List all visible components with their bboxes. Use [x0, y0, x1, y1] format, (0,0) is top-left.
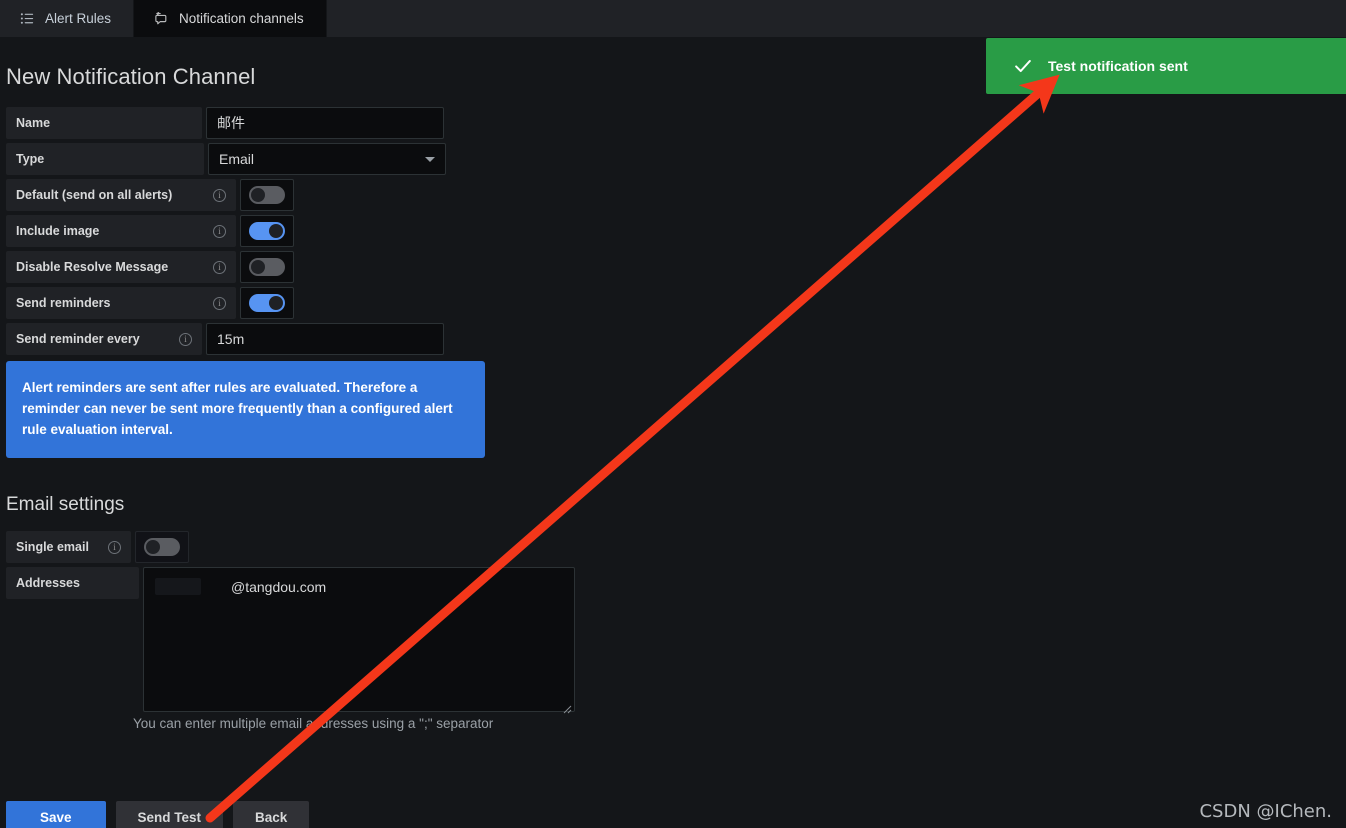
reminder-info-alert-text: Alert reminders are sent after rules are…	[22, 380, 453, 437]
type-select-value[interactable]	[208, 143, 446, 175]
default-alerts-toggle[interactable]	[240, 179, 294, 211]
save-button[interactable]: Save	[6, 801, 106, 828]
toggle-switch-off	[249, 186, 285, 204]
single-email-label-text: Single email	[16, 540, 89, 554]
form-row-reminder-every: Send reminder every i	[6, 323, 706, 355]
back-button[interactable]: Back	[233, 801, 310, 828]
addresses-label: Addresses	[6, 567, 139, 599]
success-toast[interactable]: Test notification sent	[986, 38, 1346, 94]
form-row-single-email: Single email i	[6, 531, 706, 563]
disable-resolve-label-text: Disable Resolve Message	[16, 260, 169, 274]
info-circle-icon[interactable]: i	[179, 332, 192, 346]
disable-resolve-label: Disable Resolve Message i	[6, 251, 236, 283]
notification-channel-form: Name Type Default (send on all alerts) i…	[6, 107, 706, 359]
tab-bar-filler	[326, 0, 1346, 37]
addresses-textarea[interactable]	[143, 567, 575, 712]
email-settings-form: Single email i Addresses @tangdou.com	[6, 531, 706, 721]
reminder-info-alert: Alert reminders are sent after rules are…	[6, 361, 485, 458]
check-icon	[1015, 59, 1031, 73]
info-circle-icon[interactable]: i	[213, 224, 226, 238]
send-reminders-toggle[interactable]	[240, 287, 294, 319]
info-circle-icon[interactable]: i	[108, 540, 121, 554]
form-row-addresses: Addresses @tangdou.com	[6, 567, 706, 717]
type-label: Type	[6, 143, 204, 175]
name-input[interactable]	[206, 107, 444, 139]
form-row-disable-resolve: Disable Resolve Message i	[6, 251, 706, 283]
comment-share-icon	[154, 11, 169, 26]
default-alerts-label-text: Default (send on all alerts)	[16, 188, 173, 202]
default-alerts-label: Default (send on all alerts) i	[6, 179, 236, 211]
app-root: Alert Rules Notification channels New No…	[0, 0, 1346, 828]
name-label: Name	[6, 107, 202, 139]
addresses-helper-text: You can enter multiple email addresses u…	[133, 716, 494, 731]
list-icon	[20, 11, 35, 26]
tab-alert-rules-label: Alert Rules	[45, 11, 112, 26]
info-circle-icon[interactable]: i	[213, 296, 226, 310]
send-reminders-label: Send reminders i	[6, 287, 236, 319]
form-row-include-image: Include image i	[6, 215, 706, 247]
tab-bar: Alert Rules Notification channels	[0, 0, 1346, 37]
info-circle-icon[interactable]: i	[213, 188, 226, 202]
form-row-type: Type	[6, 143, 706, 175]
success-toast-message: Test notification sent	[1048, 58, 1188, 74]
info-circle-icon[interactable]: i	[213, 260, 226, 274]
include-image-toggle[interactable]	[240, 215, 294, 247]
toggle-switch-off	[144, 538, 180, 556]
reminder-every-label: Send reminder every i	[6, 323, 202, 355]
include-image-label: Include image i	[6, 215, 236, 247]
reminder-every-input[interactable]	[206, 323, 444, 355]
toggle-switch-on	[249, 222, 285, 240]
page-title: New Notification Channel	[6, 64, 256, 89]
send-reminders-label-text: Send reminders	[16, 296, 111, 310]
single-email-label: Single email i	[6, 531, 131, 563]
reminder-every-label-text: Send reminder every	[16, 332, 140, 346]
addresses-textarea-wrapper: @tangdou.com	[143, 567, 575, 717]
watermark: CSDN @IChen.	[1199, 801, 1332, 822]
toggle-switch-on	[249, 294, 285, 312]
tab-alert-rules[interactable]: Alert Rules	[0, 0, 135, 37]
disable-resolve-toggle[interactable]	[240, 251, 294, 283]
form-row-send-reminders: Send reminders i	[6, 287, 706, 319]
type-select[interactable]	[208, 143, 446, 175]
single-email-toggle[interactable]	[135, 531, 189, 563]
tab-notification-channels-label: Notification channels	[179, 11, 304, 26]
send-test-button[interactable]: Send Test	[115, 801, 224, 828]
email-settings-title: Email settings	[6, 494, 125, 515]
form-actions: Save Send Test Back	[6, 801, 310, 828]
tab-notification-channels[interactable]: Notification channels	[134, 0, 327, 37]
form-row-default-alerts: Default (send on all alerts) i	[6, 179, 706, 211]
toggle-switch-off	[249, 258, 285, 276]
form-row-name: Name	[6, 107, 706, 139]
include-image-label-text: Include image	[16, 224, 100, 238]
